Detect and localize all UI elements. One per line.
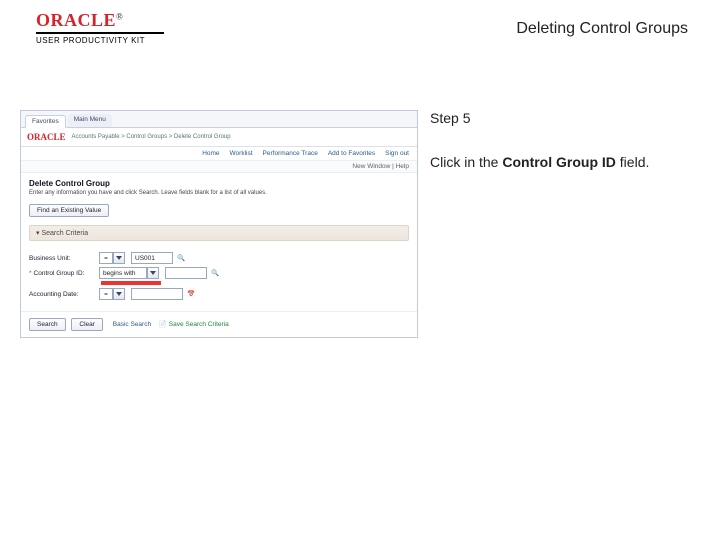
clear-button[interactable]: Clear <box>71 318 103 331</box>
brand-subline: USER PRODUCTIVITY KIT <box>36 36 145 45</box>
op-accounting-date[interactable]: = <box>99 288 113 300</box>
search-criteria-band[interactable]: ▾ Search Criteria <box>29 225 409 241</box>
utility-links: Home Worklist Performance Trace Add to F… <box>21 147 417 161</box>
label-accounting-date: Accounting Date: <box>29 291 99 298</box>
instruction-panel: Step 5 Click in the Control Group ID fie… <box>430 110 690 170</box>
link-add-fav[interactable]: Add to Favorites <box>328 150 375 157</box>
op-control-group[interactable]: begins with <box>99 267 147 279</box>
search-icon[interactable]: 🔍 <box>211 269 219 277</box>
op-accounting-date-dd[interactable] <box>113 288 125 300</box>
calendar-icon[interactable]: 📅 <box>187 290 195 298</box>
op-business-unit[interactable]: = <box>99 252 113 264</box>
input-business-unit[interactable]: US001 <box>131 252 173 264</box>
tab-find-existing[interactable]: Find an Existing Value <box>29 204 109 217</box>
breadcrumb: ORACLE Accounts Payable > Control Groups… <box>21 128 417 147</box>
link-basic-search[interactable]: Basic Search <box>113 321 151 328</box>
app-page-desc: Enter any information you have and click… <box>21 190 417 200</box>
tab-favorites[interactable]: Favorites <box>25 115 66 128</box>
op-business-unit-dd[interactable] <box>113 252 125 264</box>
trademark-icon: ® <box>116 12 123 22</box>
instruction-post: field. <box>616 154 649 170</box>
step-instruction: Click in the Control Group ID field. <box>430 154 690 170</box>
chevron-down-icon <box>116 292 122 296</box>
search-form: Business Unit: = US001 🔍 *Control Group … <box>21 245 417 311</box>
instruction-emphasis: Control Group ID <box>502 154 616 170</box>
instruction-pre: Click in the <box>430 154 502 170</box>
op-control-group-dd[interactable] <box>147 267 159 279</box>
link-save-search[interactable]: 📄 Save Search Criteria <box>159 321 229 328</box>
chevron-down-icon <box>116 256 122 260</box>
link-perf-trace[interactable]: Performance Trace <box>263 150 318 157</box>
label-control-group-id: *Control Group ID: <box>29 270 99 277</box>
link-home[interactable]: Home <box>202 150 219 157</box>
input-control-group-id[interactable] <box>165 267 207 279</box>
brand-logo: ORACLE® <box>36 10 123 31</box>
brand-bar: ORACLE® USER PRODUCTIVITY KIT Deleting C… <box>0 0 720 60</box>
link-signout[interactable]: Sign out <box>385 150 409 157</box>
app-page-heading: Delete Control Group <box>21 173 417 190</box>
link-worklist[interactable]: Worklist <box>230 150 253 157</box>
brand-name: ORACLE <box>36 10 116 30</box>
brand-divider <box>36 32 164 34</box>
chevron-down-icon <box>150 271 156 275</box>
input-accounting-date[interactable] <box>131 288 183 300</box>
breadcrumb-path: Accounts Payable > Control Groups > Dele… <box>72 134 231 140</box>
screenshot-panel: Favorites Main Menu ORACLE Accounts Paya… <box>20 110 418 338</box>
search-icon[interactable]: 🔍 <box>177 254 185 262</box>
form-footer: Search Clear Basic Search 📄 Save Search … <box>21 311 417 337</box>
highlight-indicator <box>101 281 161 285</box>
search-button[interactable]: Search <box>29 318 66 331</box>
oracle-mini-logo: ORACLE <box>27 132 66 142</box>
step-label: Step 5 <box>430 110 690 126</box>
label-business-unit: Business Unit: <box>29 255 99 262</box>
app-window: Favorites Main Menu ORACLE Accounts Paya… <box>20 110 418 338</box>
window-meta: New Window | Help <box>21 161 417 173</box>
page-title: Deleting Control Groups <box>516 20 688 38</box>
nav-tabs: Favorites Main Menu <box>21 111 417 128</box>
tab-main-menu[interactable]: Main Menu <box>68 114 112 127</box>
